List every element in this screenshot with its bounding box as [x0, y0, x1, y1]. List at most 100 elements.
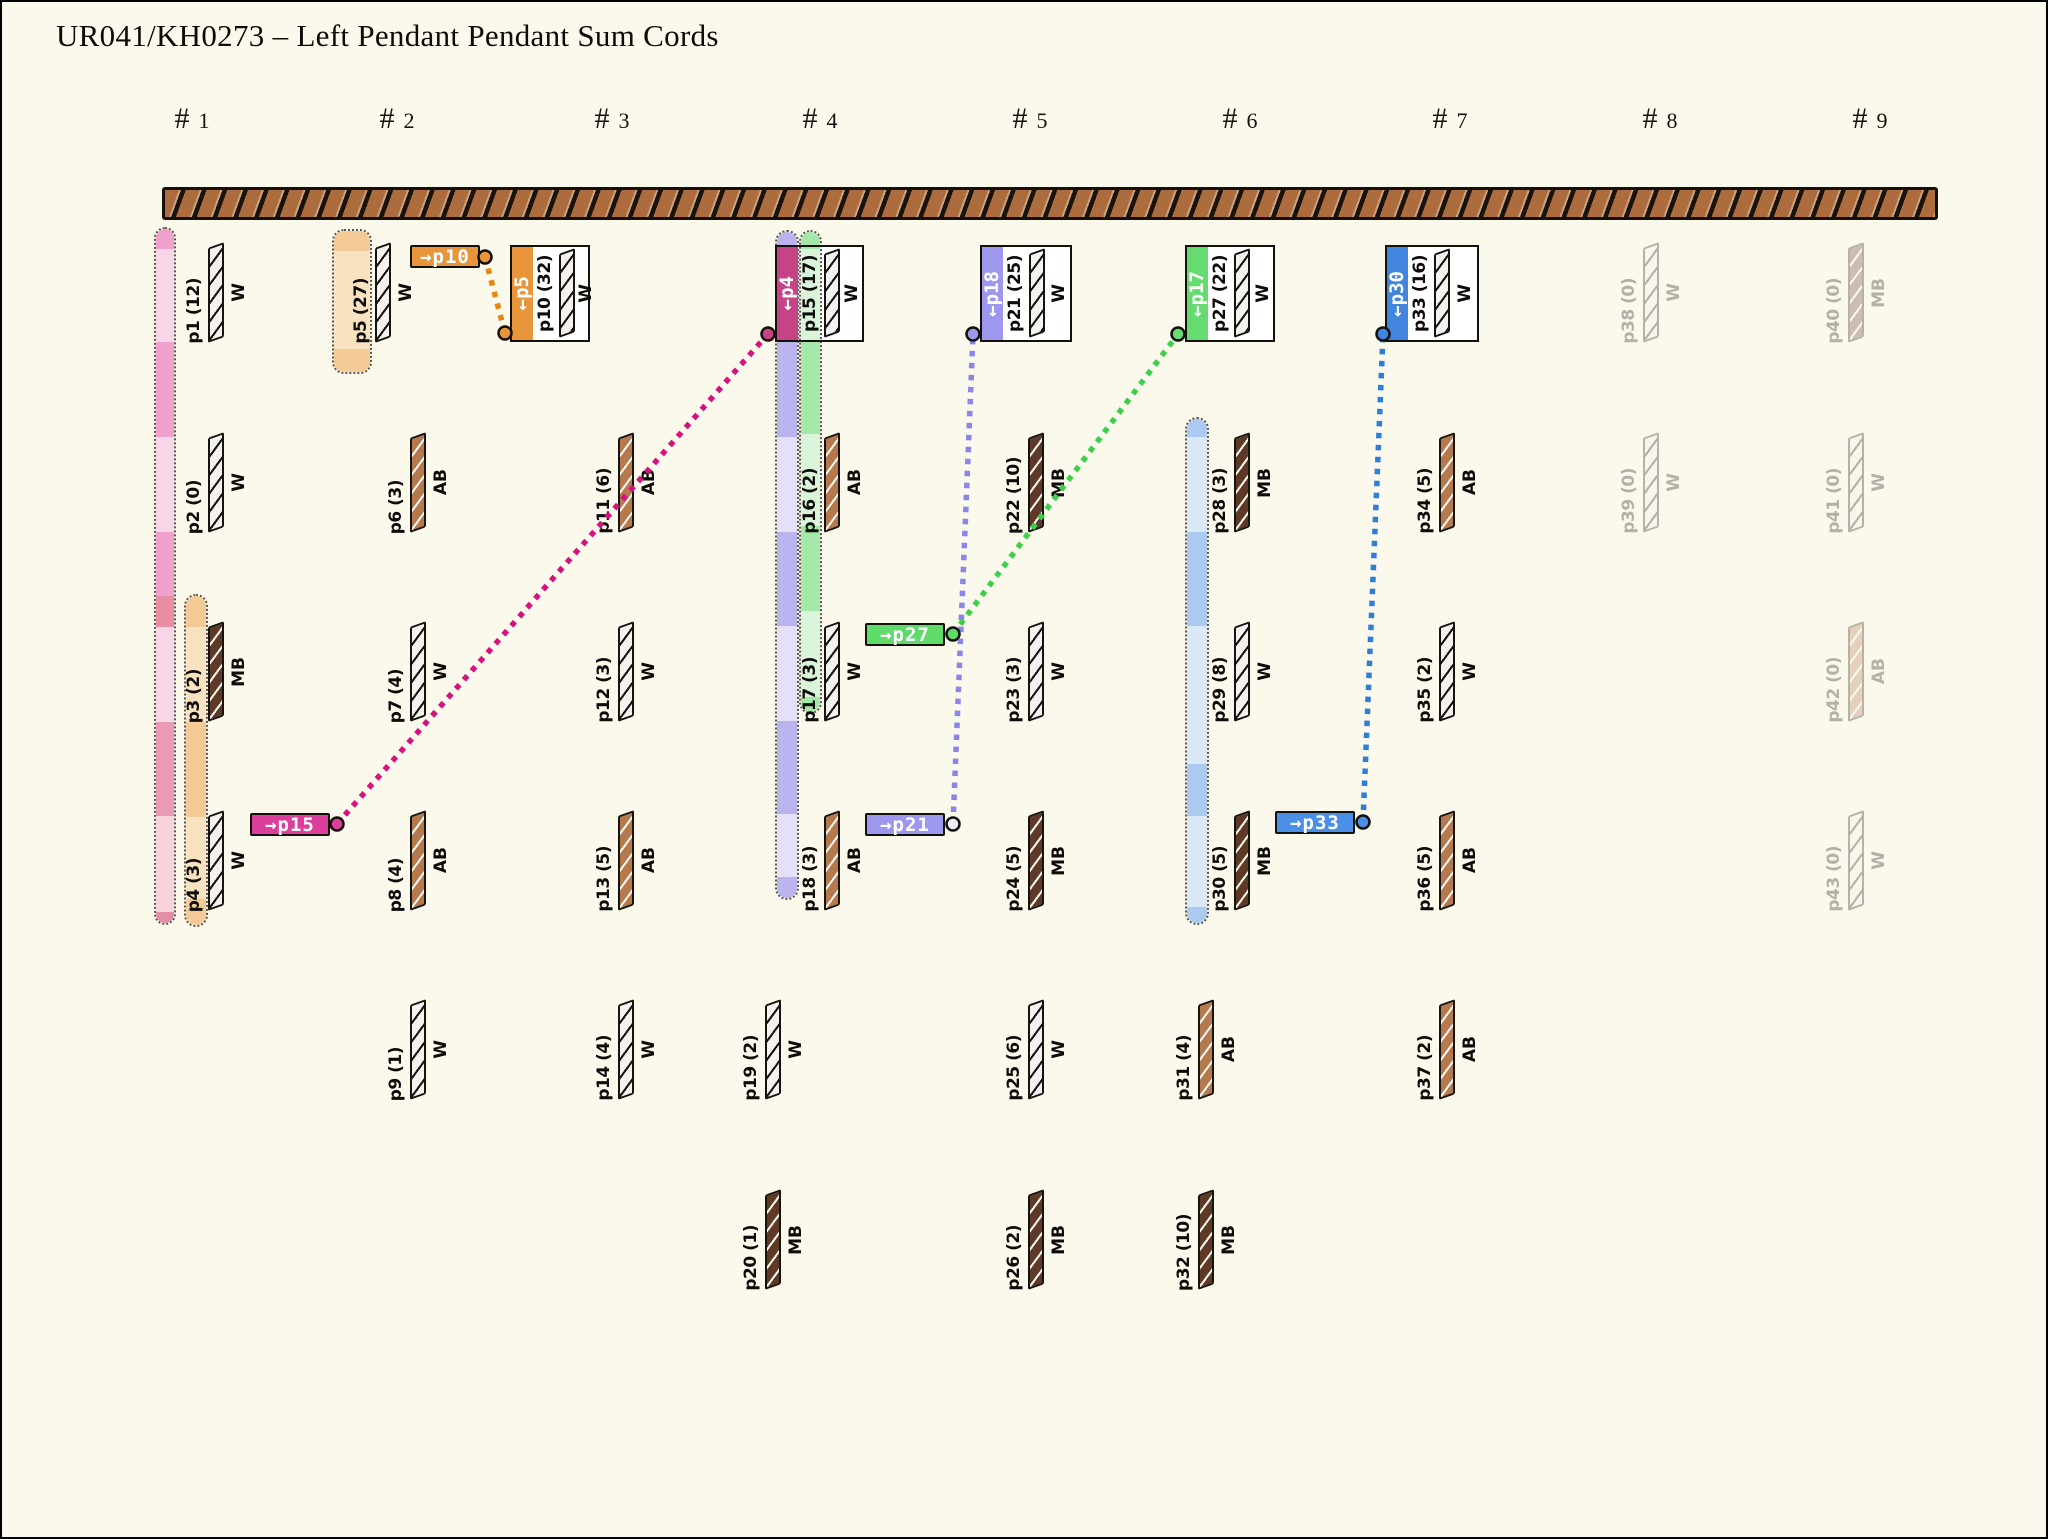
cord-bar-icon-p37	[1439, 999, 1455, 1100]
fiber-code-text: W	[578, 284, 595, 303]
fiber-code-p26: MB	[1047, 1192, 1071, 1287]
pendant-label-text: p4 (3)	[186, 858, 203, 912]
sum-bar-wrap-p10	[558, 247, 578, 340]
pendant-label-text: p9 (1)	[388, 1047, 405, 1101]
group-header-hash: #	[380, 102, 395, 135]
pendant-label-p14: p14 (4)	[591, 954, 617, 1101]
cord-bar-icon-p30	[1234, 810, 1250, 911]
fiber-code-text: W	[1462, 662, 1479, 681]
band-segment	[156, 532, 174, 596]
pendant-label-p19: p19 (2)	[738, 954, 764, 1101]
cord-bar-icon-p17	[824, 621, 840, 722]
group-header-4: #4	[740, 102, 900, 136]
fiber-code-text: W	[398, 283, 415, 302]
fiber-code-p40: MB	[1867, 245, 1891, 340]
pendant-label-p36: p36 (5)	[1412, 765, 1438, 912]
cord-bar-icon-p42	[1848, 621, 1864, 722]
sum-label-p27: p27 (22)	[1208, 247, 1233, 340]
fiber-code-p29: W	[1253, 624, 1277, 719]
sum-fiber-code-p10: W	[578, 247, 595, 340]
fiber-code-p11: AB	[637, 435, 661, 530]
group-header-number: 2	[404, 108, 415, 133]
band-segment	[156, 342, 174, 437]
cord-bar-icon-p38	[1643, 242, 1659, 343]
fiber-code-p4: W	[227, 813, 251, 908]
fiber-code-text: AB	[1221, 1036, 1238, 1062]
fiber-code-p43: W	[1867, 813, 1891, 908]
pendant-label-text: p13 (5)	[596, 846, 613, 912]
fiber-code-text: W	[1666, 473, 1683, 492]
fiber-code-text: W	[433, 1040, 450, 1059]
fiber-code-p12: W	[637, 624, 661, 719]
pendant-label-p34: p34 (5)	[1412, 387, 1438, 534]
fiber-code-text: W	[1051, 284, 1068, 303]
group-header-hash: #	[803, 102, 818, 135]
pendant-label-text: p41 (0)	[1826, 468, 1843, 534]
fiber-code-text: AB	[641, 469, 658, 495]
fiber-code-text: AB	[433, 847, 450, 873]
band-segment	[156, 627, 174, 722]
fiber-code-p2: W	[227, 435, 251, 530]
fiber-code-text: MB	[788, 1225, 805, 1255]
link-endpoint	[331, 818, 344, 831]
cord-bar-icon-p29	[1234, 621, 1250, 722]
source-strip-p27: ←p17	[1187, 247, 1208, 340]
cord-bar-icon-p33	[1434, 248, 1450, 338]
pendant-label-p8: p8 (4)	[383, 765, 409, 912]
fiber-code-text: W	[844, 284, 861, 303]
cord-bar-icon-p11	[618, 432, 634, 533]
fiber-code-p23: W	[1047, 624, 1071, 719]
cord-bar-icon-p20	[765, 1189, 781, 1290]
pendant-label-p16: p16 (2)	[797, 387, 823, 534]
link-endpoint	[479, 251, 492, 264]
sum-pendant-box-p15: ←p4p15 (17)W	[775, 245, 864, 342]
pendant-label-text: p1 (12)	[186, 278, 203, 344]
pendant-label-text: p31 (4)	[1176, 1035, 1193, 1101]
cord-bar-icon-p1	[208, 242, 224, 343]
pendant-label-text: p5 (27)	[353, 278, 370, 344]
fiber-code-text: W	[1871, 473, 1888, 492]
band-segment	[1187, 626, 1207, 764]
sum-pendant-box-p21: ←p18p21 (25)W	[980, 245, 1072, 342]
pendant-label-p4: p4 (3)	[181, 765, 207, 912]
sum-label-p33: p33 (16)	[1408, 247, 1433, 340]
fiber-code-p42: AB	[1867, 624, 1891, 719]
group-header-number: 9	[1877, 108, 1888, 133]
fiber-code-text: AB	[1871, 658, 1888, 684]
fiber-code-p36: AB	[1458, 813, 1482, 908]
pendant-label-text: p20 (1)	[743, 1225, 760, 1291]
group-header-hash: #	[1223, 102, 1238, 135]
fiber-code-p24: MB	[1047, 813, 1071, 908]
fiber-code-text: AB	[847, 847, 864, 873]
fiber-code-p6: AB	[429, 435, 453, 530]
sum-bar-wrap-p33	[1433, 247, 1453, 340]
band-segment	[1187, 764, 1207, 816]
pendant-label-p29: p29 (8)	[1207, 576, 1233, 723]
group-header-hash: #	[1433, 102, 1448, 135]
group-header-number: 7	[1457, 108, 1468, 133]
cord-bar-icon-p13	[618, 810, 634, 911]
group-header-hash: #	[1643, 102, 1658, 135]
fiber-code-text: W	[641, 662, 658, 681]
pendant-label-p5: p5 (27)	[348, 197, 374, 344]
pendant-label-text: p28 (3)	[1212, 468, 1229, 534]
pendant-label-p12: p12 (3)	[591, 576, 617, 723]
pendant-label-text: p18 (3)	[802, 846, 819, 912]
fiber-code-text: W	[1051, 1040, 1068, 1059]
pendant-label-p7: p7 (4)	[383, 576, 409, 723]
link-endpoint	[1357, 816, 1370, 829]
group-header-3: #3	[532, 102, 692, 136]
fiber-code-text: W	[231, 851, 248, 870]
fiber-code-p25: W	[1047, 1002, 1071, 1097]
fiber-code-p22: MB	[1047, 435, 1071, 530]
cord-bar-icon-p39	[1643, 432, 1659, 533]
fiber-code-p41: W	[1867, 435, 1891, 530]
band-segment	[156, 437, 174, 532]
fiber-code-text: W	[1051, 662, 1068, 681]
group-header-8: #8	[1580, 102, 1740, 136]
cord-bar-icon-p43	[1848, 810, 1864, 911]
fiber-code-text: MB	[1871, 278, 1888, 308]
pendant-label-p35: p35 (2)	[1412, 576, 1438, 723]
cord-bar-icon-p4	[208, 810, 224, 911]
cord-bar-icon-p18	[824, 810, 840, 911]
